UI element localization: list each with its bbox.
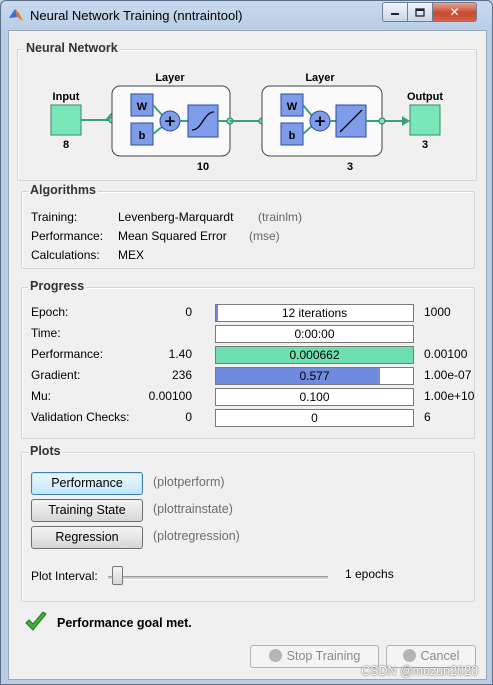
progress-bar-text: 12 iterations xyxy=(281,306,348,320)
maximize-button[interactable] xyxy=(407,2,433,22)
plot-function: (plotregression) xyxy=(153,529,240,543)
progress-end-value: 1.00e+10 xyxy=(424,389,475,403)
plots-panel: Plots Performance (plotperform) Training … xyxy=(21,444,475,602)
network-diagram: Input 8 Layer W b + 10 Layer W b + 3 Out… xyxy=(50,72,443,173)
plot-performance-button[interactable]: Performance xyxy=(31,472,143,495)
algorithm-value: MEX xyxy=(118,248,145,262)
progress-label: Validation Checks: xyxy=(31,410,130,424)
output-label: Output xyxy=(407,91,443,103)
progress-end-value: 1000 xyxy=(424,305,451,319)
svg-text:+: + xyxy=(164,112,177,130)
plot-interval-label: Plot Interval: xyxy=(31,569,98,583)
progress-end-value: 6 xyxy=(424,410,431,424)
network-panel: Neural Network Input 8 Layer W b + 10 La… xyxy=(17,41,477,181)
progress-start-value: 1.40 xyxy=(168,347,192,361)
progress-panel: Progress Epoch: 0 12 iterations 1000 Time… xyxy=(21,279,475,439)
algorithm-value: Levenberg-Marquardt xyxy=(118,210,234,224)
window-title: Neural Network Training (nntraintool) xyxy=(30,8,243,23)
app-window: Neural Network Training (nntraintool) ✕ … xyxy=(0,0,493,685)
progress-end-value: 1.00e-07 xyxy=(424,368,472,382)
slider-thumb[interactable] xyxy=(112,566,123,585)
progress-bar-text: 0.100 xyxy=(299,390,330,404)
progress-bar-text: 0.577 xyxy=(299,369,330,383)
plot-regression-button[interactable]: Regression xyxy=(31,526,143,549)
input-node xyxy=(50,104,82,136)
progress-bar: 0 xyxy=(215,409,414,427)
output-size: 3 xyxy=(422,139,428,151)
progress-start-value: 0 xyxy=(185,410,192,424)
stop-training-label: Stop Training xyxy=(286,649,361,663)
hidden-b-label: b xyxy=(139,130,146,142)
output-b-label: b xyxy=(289,130,296,142)
minimize-button[interactable] xyxy=(382,2,408,22)
progress-panel-title: Progress xyxy=(28,279,87,293)
output-node xyxy=(409,104,441,136)
minimize-icon xyxy=(391,13,399,15)
watermark: CSDN @mozun2020 xyxy=(361,664,478,678)
close-button[interactable]: ✕ xyxy=(432,2,477,22)
progress-bar-text: 0:00:00 xyxy=(294,327,335,341)
algorithm-label: Training: xyxy=(31,210,78,224)
close-icon: ✕ xyxy=(449,5,460,19)
algorithm-function: (trainlm) xyxy=(258,210,302,224)
status-message: Performance goal met. xyxy=(57,616,192,630)
plot-interval-slider[interactable] xyxy=(108,566,328,585)
plots-panel-title: Plots xyxy=(28,444,63,458)
svg-text:+: + xyxy=(314,112,327,130)
hidden-w-label: W xyxy=(137,101,148,113)
plot-function: (plottrainstate) xyxy=(153,502,233,516)
stop-icon xyxy=(268,649,282,662)
hidden-layer-label: Layer xyxy=(155,72,185,84)
progress-bar: 0.577 xyxy=(215,367,414,385)
input-size: 8 xyxy=(63,139,69,151)
progress-bar: 0.000662 xyxy=(215,346,414,364)
algorithms-panel-title: Algorithms xyxy=(28,183,98,197)
cancel-icon xyxy=(402,649,416,662)
cancel-label: Cancel xyxy=(420,649,460,663)
progress-end-value: 0.00100 xyxy=(424,347,468,361)
progress-bar: 0:00:00 xyxy=(215,325,414,343)
algorithm-value: Mean Squared Error xyxy=(118,229,227,243)
plot-button-label: Regression xyxy=(55,530,119,544)
matlab-icon xyxy=(9,9,23,21)
maximize-icon xyxy=(415,7,425,17)
plot-interval-value: 1 epochs xyxy=(345,567,394,581)
progress-bar: 0.100 xyxy=(215,388,414,406)
algorithm-label: Performance: xyxy=(31,229,104,243)
progress-label: Time: xyxy=(31,326,61,340)
progress-label: Mu: xyxy=(31,389,52,403)
stop-training-button[interactable]: Stop Training xyxy=(250,645,379,668)
progress-start-value: 236 xyxy=(171,368,192,382)
input-label: Input xyxy=(53,91,80,103)
progress-label: Gradient: xyxy=(31,368,81,382)
algorithm-label: Calculations: xyxy=(31,248,100,262)
plot-function: (plotperform) xyxy=(153,475,225,489)
progress-start-value: 0.00100 xyxy=(148,389,192,403)
algorithms-panel: Algorithms Training: Levenberg-Marquardt… xyxy=(21,183,475,269)
progress-bar-text: 0.000662 xyxy=(289,348,340,362)
slider-track xyxy=(108,576,328,580)
output-layer-label: Layer xyxy=(305,72,335,84)
progress-bar-text: 0 xyxy=(311,411,318,425)
plot-training-state-button[interactable]: Training State xyxy=(31,499,143,522)
checkmark-icon xyxy=(25,611,47,631)
plot-button-label: Training State xyxy=(48,503,126,517)
plot-button-label: Performance xyxy=(51,476,123,490)
progress-start-value: 0 xyxy=(185,305,192,319)
algorithm-function: (mse) xyxy=(249,229,280,243)
title-bar: Neural Network Training (nntraintool) ✕ xyxy=(1,1,492,29)
progress-label: Epoch: xyxy=(31,305,69,319)
output-layer-size: 3 xyxy=(347,161,353,173)
output-w-label: W xyxy=(287,101,298,113)
progress-label: Performance: xyxy=(31,347,104,361)
progress-bar: 12 iterations xyxy=(215,304,414,322)
hidden-layer-size: 10 xyxy=(197,161,209,173)
client-area: Neural Network Input 8 Layer W b + 10 La… xyxy=(8,30,487,680)
